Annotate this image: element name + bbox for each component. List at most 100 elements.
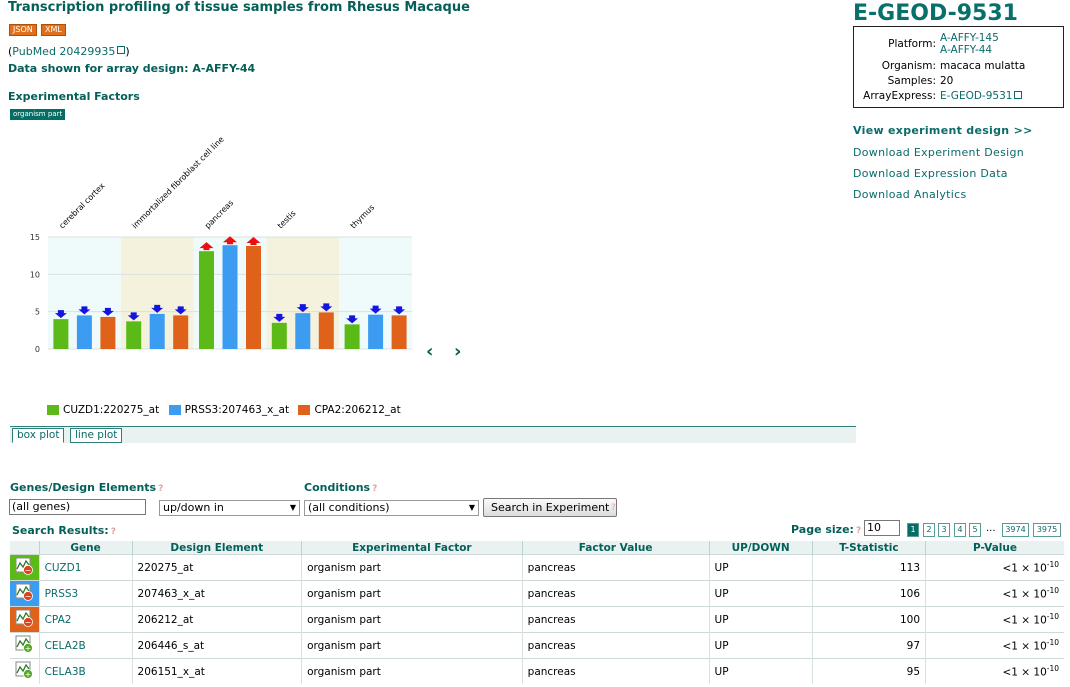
p-value-cell: <1 × 10-10 <box>925 658 1064 684</box>
array-design-note: Data shown for array design: A-AFFY-44 <box>8 62 256 75</box>
chart-toggle-icon[interactable]: − <box>15 557 34 575</box>
chart-bar <box>126 321 142 349</box>
platform-link-1[interactable]: A-AFFY-145 <box>940 32 999 44</box>
updown-cell: UP <box>708 580 813 607</box>
chart-bar <box>318 312 334 349</box>
y-tick-label: 10 <box>30 270 40 279</box>
page-size-label: Page size:? <box>791 523 862 536</box>
download-analytics-link[interactable]: Download Analytics <box>853 188 967 201</box>
gene-link[interactable]: CELA3B <box>45 666 86 678</box>
category-label: cerebral cortex <box>57 181 106 230</box>
page-1-button[interactable]: 1 <box>907 523 919 537</box>
column-header-p-value[interactable]: P-Value <box>925 541 1064 555</box>
chart-prev-icon[interactable]: ‹ <box>426 341 433 362</box>
column-header-updown[interactable]: UP/DOWN <box>708 541 813 555</box>
column-header-experimental-factor[interactable]: Experimental Factor <box>301 541 523 555</box>
json-button[interactable]: JSON <box>9 24 37 36</box>
tab-box-plot[interactable]: box plot <box>12 428 65 443</box>
table-header-row: Gene Design Element Experimental Factor … <box>10 541 1064 555</box>
chart-bar <box>76 315 92 349</box>
chart-bar <box>149 313 165 349</box>
table-row: − PRSS3 207463_x_at organism part pancreas UP… <box>10 580 1064 607</box>
page-3-button[interactable]: 3 <box>938 523 950 537</box>
category-label: testis <box>276 209 298 231</box>
page-5-button[interactable]: 5 <box>969 523 981 537</box>
table-row: + CELA3B 206151_x_at organism part pancreas U… <box>10 658 1064 684</box>
t-statistic-cell: 106 <box>811 580 926 607</box>
plot-toggle-cell[interactable]: + <box>10 658 40 684</box>
gene-link[interactable]: CUZD1 <box>45 562 82 574</box>
chart-toggle-icon[interactable]: − <box>15 583 34 601</box>
page-2-button[interactable]: 2 <box>923 523 935 537</box>
help-icon[interactable]: ? <box>611 503 616 513</box>
page-size-input[interactable]: 10 <box>864 520 900 536</box>
legend-item-cuzd1[interactable]: CUZD1:220275_at <box>47 404 159 416</box>
chart-next-icon[interactable]: › <box>454 341 461 362</box>
updown-cell: UP <box>708 658 813 684</box>
svg-text:−: − <box>25 566 32 575</box>
arrayexpress-link[interactable]: E-GEOD-9531 <box>940 90 1012 102</box>
chart-bar <box>368 314 384 349</box>
external-link-icon <box>117 46 126 54</box>
gene-search-input[interactable]: (all genes) <box>9 499 146 515</box>
download-design-link[interactable]: Download Experiment Design <box>853 146 1024 159</box>
chart-bar <box>295 313 311 349</box>
column-header-factor-value[interactable]: Factor Value <box>521 541 710 555</box>
table-row: − CPA2 206212_at organism part pancreas UP 100… <box>10 606 1064 633</box>
chart-bar <box>222 245 238 349</box>
factor-badge-organism-part[interactable]: organism part <box>10 109 66 120</box>
chart-toggle-icon[interactable]: + <box>15 635 34 653</box>
tab-line-plot[interactable]: line plot <box>70 428 123 443</box>
platform-link-2[interactable]: A-AFFY-44 <box>940 44 992 56</box>
chart-toggle-icon[interactable]: − <box>15 609 34 627</box>
gene-link[interactable]: CPA2 <box>45 614 72 626</box>
plot-toggle-cell[interactable]: + <box>10 632 40 659</box>
search-in-experiment-button[interactable]: Search in Experiment <box>483 498 618 517</box>
view-experiment-design-link[interactable]: View experiment design >> <box>853 124 1033 137</box>
p-value-cell: <1 × 10-10 <box>925 632 1064 659</box>
plot-tab-bar <box>10 426 856 443</box>
pubmed-link[interactable]: PubMed 20429935 <box>12 45 115 58</box>
design-element-cell: 206151_x_at <box>131 658 302 684</box>
chart-legend: CUZD1:220275_at PRSS3:207463_x_at CPA2:2… <box>47 404 401 416</box>
plot-toggle-cell[interactable]: − <box>10 554 40 581</box>
y-tick-label: 0 <box>35 345 40 354</box>
page-4-button[interactable]: 4 <box>954 523 966 537</box>
svg-text:+: + <box>25 670 32 679</box>
genes-label: Genes/Design Elements? <box>10 481 164 494</box>
xml-button[interactable]: XML <box>41 24 66 36</box>
gene-link[interactable]: CELA2B <box>45 640 86 652</box>
gene-link[interactable]: PRSS3 <box>45 588 79 600</box>
chart-bar <box>271 322 287 349</box>
search-results-label: Search Results:? <box>12 524 116 537</box>
column-header-design-element[interactable]: Design Element <box>131 541 302 555</box>
conditions-select[interactable]: (all conditions) ▼ <box>304 500 479 516</box>
legend-item-prss3[interactable]: PRSS3:207463_x_at <box>168 404 289 416</box>
plot-toggle-cell[interactable]: − <box>10 580 40 607</box>
updown-select[interactable]: up/down in ▼ <box>159 500 300 516</box>
legend-item-cpa2[interactable]: CPA2:206212_at <box>298 404 401 416</box>
column-header-gene[interactable]: Gene <box>38 541 133 555</box>
help-icon[interactable]: ? <box>158 484 163 494</box>
help-icon[interactable]: ? <box>372 484 377 494</box>
design-element-cell: 220275_at <box>131 554 302 581</box>
help-icon[interactable]: ? <box>111 527 116 537</box>
experimental-factor-cell: organism part <box>301 580 523 607</box>
chart-bar <box>391 315 407 349</box>
samples-value: 20 <box>940 75 954 87</box>
chevron-down-icon: ▼ <box>289 503 296 512</box>
plot-toggle-cell[interactable]: − <box>10 606 40 633</box>
experimental-factor-cell: organism part <box>301 606 523 633</box>
download-expression-link[interactable]: Download Expression Data <box>853 167 1008 180</box>
factor-value-cell: pancreas <box>521 658 710 684</box>
organism-label: Organism: <box>881 60 936 72</box>
page-3974-button[interactable]: 3974 <box>1002 523 1029 537</box>
column-header-t-statistic[interactable]: T-Statistic <box>811 541 926 555</box>
help-icon[interactable]: ? <box>856 526 861 536</box>
p-value-cell: <1 × 10-10 <box>925 606 1064 633</box>
conditions-label: Conditions? <box>304 481 378 494</box>
chevron-down-icon: ▼ <box>468 503 475 512</box>
category-label: thymus <box>349 203 377 231</box>
chart-toggle-icon[interactable]: + <box>15 661 34 679</box>
page-3975-button[interactable]: 3975 <box>1033 523 1061 537</box>
